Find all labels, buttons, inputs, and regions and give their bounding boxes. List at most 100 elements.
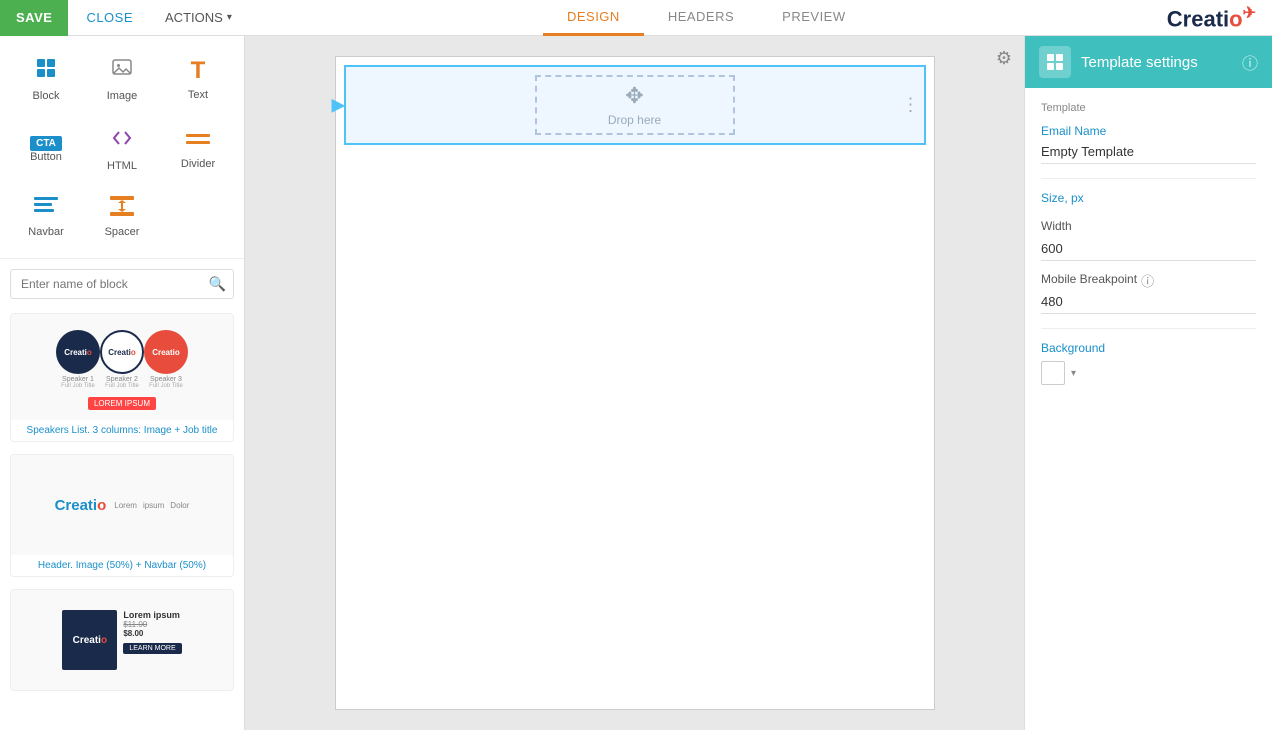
template-card-header[interactable]: Creatio Lorem ipsum Dolor Header. Image … xyxy=(10,454,234,577)
button-icon: CTA xyxy=(30,136,62,151)
right-panel: Template settings ⓘ Template Email Name … xyxy=(1024,36,1272,730)
product-price-old: $11.00 xyxy=(123,620,181,629)
canvas-selected-block[interactable]: ▶ ✥ Drop here ⋮ xyxy=(344,65,926,145)
header-logo-text: Creatio xyxy=(55,497,107,514)
mobile-breakpoint-group: Mobile Breakpoint ⓘ xyxy=(1041,271,1256,314)
speaker-name-3: Speaker 3 xyxy=(150,376,182,383)
background-label: Background xyxy=(1041,341,1256,355)
width-field-group: Width xyxy=(1041,219,1256,261)
actions-button[interactable]: ACTIONS ▾ xyxy=(151,0,246,36)
block-icon xyxy=(34,56,58,86)
save-button[interactable]: SAVE xyxy=(0,0,68,36)
spacer-icon xyxy=(110,196,134,222)
move-cursor-icon: ✥ xyxy=(625,83,643,109)
block-item-html[interactable]: HTML xyxy=(86,116,158,182)
template-preview-header: Creatio Lorem ipsum Dolor xyxy=(11,455,233,555)
text-label: Text xyxy=(188,89,208,101)
blocks-grid: Block Image T Text CTA Button xyxy=(0,36,244,259)
mobile-breakpoint-input[interactable] xyxy=(1041,290,1256,314)
block-item-spacer[interactable]: Spacer xyxy=(86,186,158,248)
navbar-label: Navbar xyxy=(28,226,63,238)
divider-label: Divider xyxy=(181,158,215,170)
canvas-area: ⚙ ▶ ✥ Drop here ⋮ xyxy=(245,36,1024,730)
toolbar: SAVE CLOSE ACTIONS ▾ DESIGN HEADERS PREV… xyxy=(0,0,1272,36)
nav-item-2: ipsum xyxy=(143,501,164,510)
speaker-avatar-1: Creatio xyxy=(56,330,100,374)
section-divider-2 xyxy=(1041,328,1256,329)
block-item-divider[interactable]: Divider xyxy=(162,116,234,182)
template-preview-product: Creatio Lorem ipsum $11.00 $8.00 LEARN M… xyxy=(11,590,233,690)
canvas-content: ▶ ✥ Drop here ⋮ xyxy=(245,36,1024,730)
product-title: Lorem ipsum xyxy=(123,610,181,620)
block-item-image[interactable]: Image xyxy=(86,46,158,112)
search-box: 🔍 xyxy=(10,269,234,299)
canvas-drag-handle[interactable]: ⋮ xyxy=(902,95,920,116)
button-label: Button xyxy=(30,151,62,163)
size-section-label-group: Size, px xyxy=(1041,191,1256,205)
header-preview-content: Creatio Lorem ipsum Dolor xyxy=(45,489,200,522)
image-icon xyxy=(110,56,134,86)
template-card-product[interactable]: Creatio Lorem ipsum $11.00 $8.00 LEARN M… xyxy=(10,589,234,691)
speaker-avatar-3: Creatio xyxy=(144,330,188,374)
template-preview-speakers: Creatio Speaker 1 Full Job Title Creatio… xyxy=(11,314,233,420)
section-divider-1 xyxy=(1041,178,1256,179)
speaker-avatar-2: Creatio xyxy=(100,330,144,374)
color-dropdown-arrow-icon[interactable]: ▾ xyxy=(1071,368,1076,379)
template-blocks-list: Creatio Speaker 1 Full Job Title Creatio… xyxy=(0,309,244,707)
navbar-icon xyxy=(34,196,58,222)
right-panel-body: Template Email Name Empty Template Size,… xyxy=(1025,88,1272,413)
template-card-speakers-label: Speakers List. 3 columns: Image + Job ti… xyxy=(11,420,233,441)
template-card-speakers[interactable]: Creatio Speaker 1 Full Job Title Creatio… xyxy=(10,313,234,442)
product-logo: Creatio xyxy=(73,635,107,646)
block-item-navbar[interactable]: Navbar xyxy=(10,186,82,248)
block-label: Block xyxy=(33,90,60,102)
email-name-field-group: Email Name Empty Template xyxy=(1041,124,1256,164)
settings-gear-icon[interactable]: ⚙ xyxy=(996,48,1012,69)
template-card-header-label: Header. Image (50%) + Navbar (50%) xyxy=(11,555,233,576)
email-name-value: Empty Template xyxy=(1041,144,1256,164)
nav-item-1: Lorem xyxy=(114,501,137,510)
speaker-name-1: Speaker 1 xyxy=(62,376,94,383)
close-button[interactable]: CLOSE xyxy=(68,0,151,36)
spacer-label: Spacer xyxy=(105,226,140,238)
width-label: Width xyxy=(1041,219,1256,233)
actions-chevron-icon: ▾ xyxy=(227,12,232,23)
right-panel-header: Template settings ⓘ xyxy=(1025,36,1272,88)
search-icon: 🔍 xyxy=(209,276,226,293)
lorem-badge: LOREM IPSUM xyxy=(88,397,156,410)
header-nav-items: Lorem ipsum Dolor xyxy=(114,501,189,510)
speaker-item-2: Creatio Speaker 2 Full Job Title xyxy=(100,330,144,389)
email-canvas: ▶ ✥ Drop here ⋮ xyxy=(335,56,935,710)
search-input[interactable] xyxy=(10,269,234,299)
mobile-breakpoint-info-icon[interactable]: ⓘ xyxy=(1141,271,1154,290)
tab-preview[interactable]: PREVIEW xyxy=(758,0,869,36)
info-icon[interactable]: ⓘ xyxy=(1242,50,1258,74)
background-color-row: ▾ xyxy=(1041,361,1256,385)
product-info: Lorem ipsum $11.00 $8.00 LEARN MORE xyxy=(123,610,181,670)
header-logo-area: Creatio xyxy=(55,497,107,514)
left-panel: Block Image T Text CTA Button xyxy=(0,36,245,730)
main-content: Block Image T Text CTA Button xyxy=(0,36,1272,730)
tab-design[interactable]: DESIGN xyxy=(543,0,644,36)
block-item-text[interactable]: T Text xyxy=(162,46,234,112)
nav-item-3: Dolor xyxy=(170,501,189,510)
product-btn: LEARN MORE xyxy=(123,643,181,654)
html-label: HTML xyxy=(107,160,137,172)
tab-headers[interactable]: HEADERS xyxy=(644,0,758,36)
right-panel-title: Template settings xyxy=(1081,54,1232,71)
speaker-item-1: Creatio Speaker 1 Full Job Title xyxy=(56,330,100,389)
actions-label: ACTIONS xyxy=(165,10,223,25)
text-icon: T xyxy=(191,57,206,85)
block-item-button[interactable]: CTA Button xyxy=(10,116,82,182)
canvas-drop-zone[interactable]: ✥ Drop here xyxy=(535,75,735,135)
speaker-subtitle-3: Full Job Title xyxy=(149,383,183,389)
product-image: Creatio xyxy=(62,610,117,670)
product-preview-content: Creatio Lorem ipsum $11.00 $8.00 LEARN M… xyxy=(56,604,187,676)
width-input[interactable] xyxy=(1041,237,1256,261)
speaker-item-3: Creatio Speaker 3 Full Job Title xyxy=(144,330,188,389)
background-color-swatch[interactable] xyxy=(1041,361,1065,385)
mobile-breakpoint-label: Mobile Breakpoint xyxy=(1041,272,1137,286)
speaker-name-2: Speaker 2 xyxy=(106,376,138,383)
block-item-block[interactable]: Block xyxy=(10,46,82,112)
size-section-label: Size, px xyxy=(1041,191,1256,205)
